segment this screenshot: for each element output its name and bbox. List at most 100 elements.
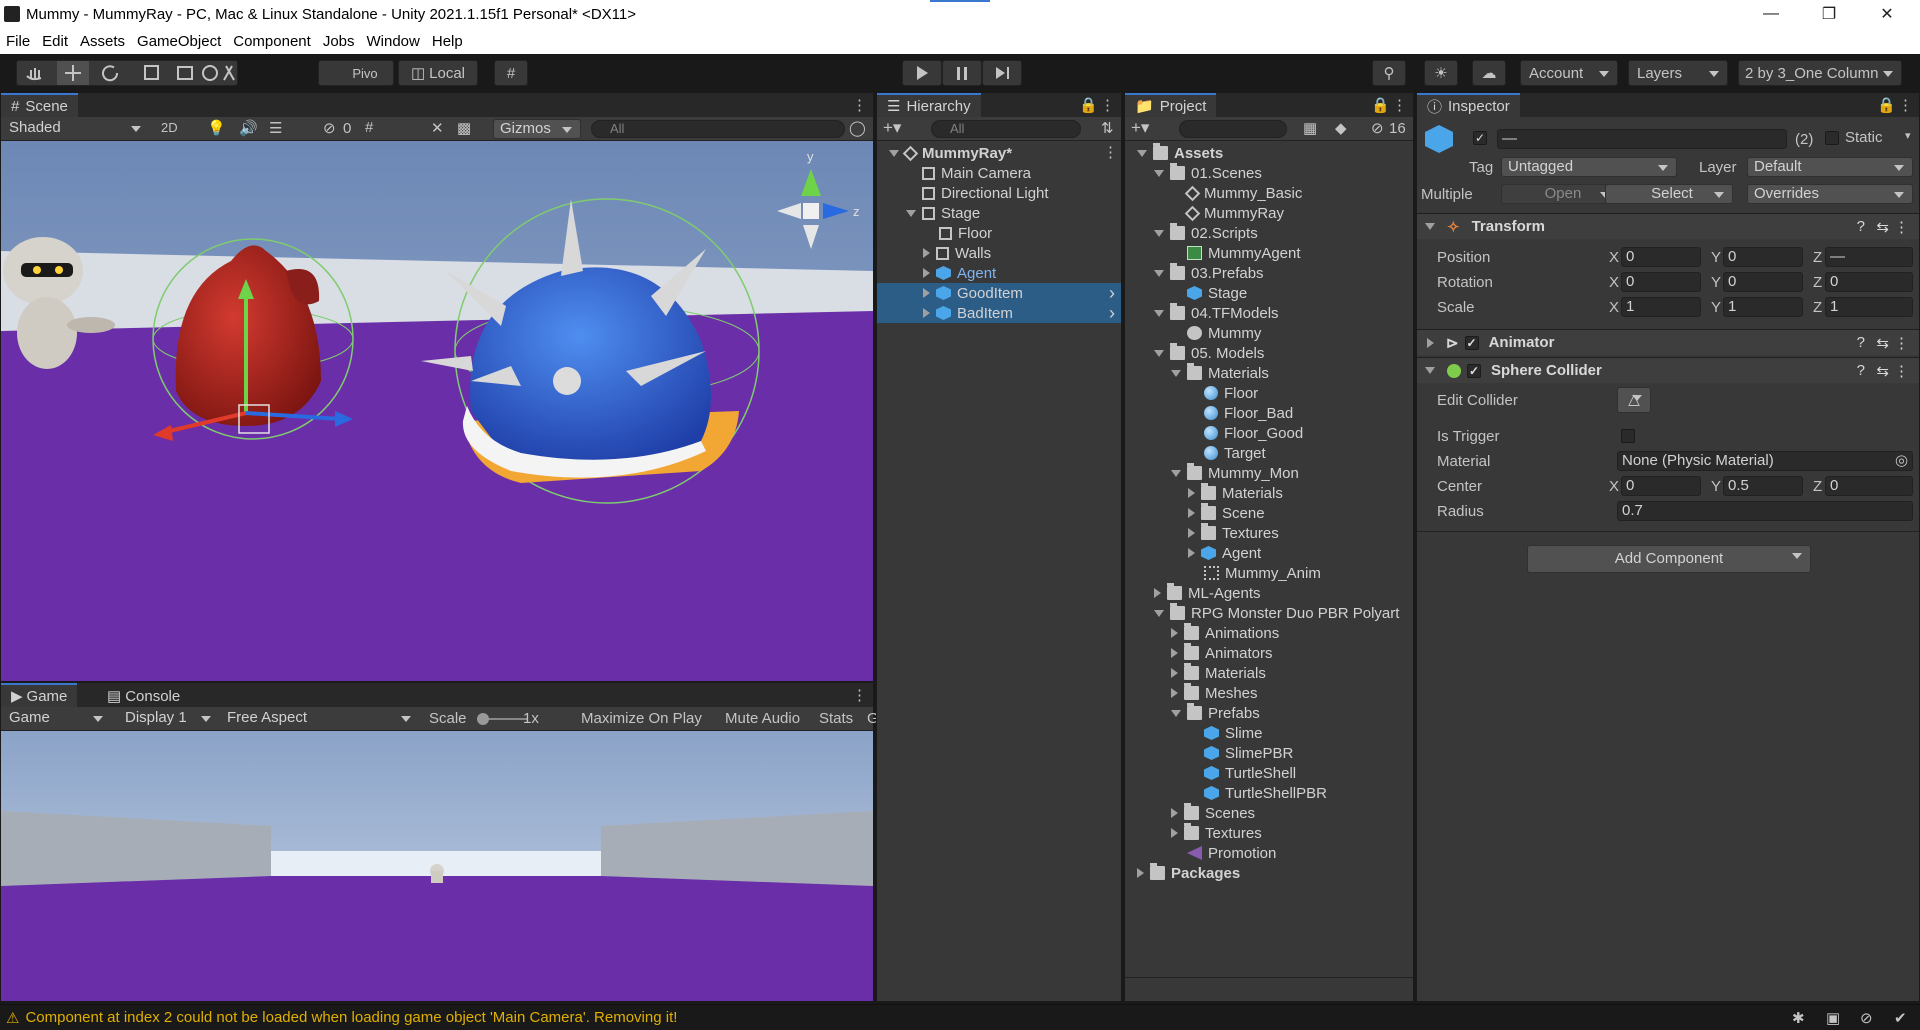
hierarchy-item[interactable]: BadItem ›: [877, 303, 1121, 323]
is-trigger-checkbox[interactable]: [1621, 429, 1635, 443]
project-item[interactable]: Materials: [1125, 663, 1413, 683]
project-item[interactable]: Textures: [1125, 823, 1413, 843]
scale-y-field[interactable]: 1: [1723, 297, 1803, 317]
object-name-field[interactable]: —: [1497, 129, 1787, 149]
maximize-button[interactable]: ❐: [1800, 0, 1858, 28]
transform-header[interactable]: ✧ Transform ? ⇆ ⋮: [1417, 213, 1919, 239]
scene-viewport[interactable]: y z: [1, 141, 873, 681]
overrides-dropdown[interactable]: Overrides: [1747, 184, 1913, 204]
project-item[interactable]: Mummy_Mon: [1125, 463, 1413, 483]
menu-jobs[interactable]: Jobs: [323, 33, 355, 50]
tab-game[interactable]: ▶ Game: [1, 683, 78, 707]
gizmos-dropdown[interactable]: Gizmos: [493, 119, 581, 139]
pos-y-label[interactable]: Y: [1711, 249, 1721, 266]
scene-row-menu-icon[interactable]: ⋮: [1103, 143, 1118, 161]
project-item[interactable]: TurtleShell: [1125, 763, 1413, 783]
menu-gameobject[interactable]: GameObject: [137, 33, 221, 50]
tab-project[interactable]: 📁 Project: [1125, 93, 1217, 117]
collab-button[interactable]: ☀: [1424, 60, 1458, 86]
center-z-label[interactable]: Z: [1813, 478, 1822, 495]
tag-dropdown[interactable]: Untagged: [1501, 157, 1677, 177]
project-item[interactable]: MummyRay: [1125, 203, 1413, 223]
collapsed-arrow-icon[interactable]: [1171, 648, 1178, 658]
play-button[interactable]: [902, 60, 942, 86]
scene-search-options-icon[interactable]: ◯: [849, 119, 866, 137]
layers-dropdown[interactable]: Layers: [1628, 60, 1728, 86]
active-checkbox[interactable]: ✓: [1473, 131, 1487, 145]
maximize-on-play-toggle[interactable]: Maximize On Play: [581, 710, 702, 727]
expanded-arrow-icon[interactable]: [1154, 229, 1164, 237]
collider-help-icon[interactable]: ?: [1857, 362, 1865, 379]
static-checkbox[interactable]: [1825, 131, 1839, 145]
project-item[interactable]: 05. Models: [1125, 343, 1413, 363]
position-y-field[interactable]: 0: [1723, 247, 1803, 267]
add-component-button[interactable]: Add Component: [1527, 545, 1811, 573]
hierarchy-item[interactable]: GoodItem ›: [877, 283, 1121, 303]
project-item[interactable]: Stage: [1125, 283, 1413, 303]
inspector-lock-icon[interactable]: 🔒: [1877, 96, 1896, 114]
position-x-field[interactable]: 0: [1621, 247, 1701, 267]
animator-header[interactable]: ⊳ ✓ Animator ? ⇆ ⋮: [1417, 329, 1919, 355]
pos-x-label[interactable]: X: [1609, 249, 1619, 266]
project-item[interactable]: 01.Scenes: [1125, 163, 1413, 183]
pause-button[interactable]: [942, 60, 982, 86]
hierarchy-item[interactable]: Floor: [877, 223, 1121, 243]
expanded-arrow-icon[interactable]: [1154, 269, 1164, 277]
hierarchy-item[interactable]: Directional Light: [877, 183, 1121, 203]
step-button[interactable]: [982, 60, 1022, 86]
collapsed-arrow-icon[interactable]: [923, 288, 930, 298]
project-item[interactable]: ML-Agents: [1125, 583, 1413, 603]
audio-icon[interactable]: 🔊: [239, 119, 258, 137]
tab-scene[interactable]: # Scene: [1, 93, 78, 117]
help-icon[interactable]: ?: [1857, 218, 1865, 235]
layout-dropdown[interactable]: 2 by 3_One Column: [1738, 60, 1902, 86]
project-menu-icon[interactable]: ⋮: [1392, 96, 1407, 114]
expanded-arrow-icon[interactable]: [1154, 609, 1164, 617]
project-item[interactable]: Floor_Good: [1125, 423, 1413, 443]
transform-menu-icon[interactable]: ⋮: [1894, 218, 1909, 236]
expanded-arrow-icon[interactable]: [1154, 309, 1164, 317]
progress-ok-icon[interactable]: ✔: [1894, 1009, 1907, 1027]
collider-preset-icon[interactable]: ⇆: [1876, 362, 1889, 380]
project-item[interactable]: Animators: [1125, 643, 1413, 663]
search-button[interactable]: ⚲: [1372, 60, 1406, 86]
game-menu-icon[interactable]: ⋮: [852, 686, 867, 704]
project-item[interactable]: Mummy_Anim: [1125, 563, 1413, 583]
collapsed-arrow-icon[interactable]: [1188, 508, 1195, 518]
rot-z-label[interactable]: Z: [1813, 274, 1822, 291]
project-create-button[interactable]: +▾: [1131, 118, 1149, 138]
expanded-arrow-icon[interactable]: [1171, 469, 1181, 477]
animator-preset-icon[interactable]: ⇆: [1876, 334, 1889, 352]
status-message[interactable]: Component at index 2 could not be loaded…: [25, 1009, 677, 1026]
project-item[interactable]: Materials: [1125, 483, 1413, 503]
collapsed-arrow-icon[interactable]: [1188, 548, 1195, 558]
collapsed-arrow-icon[interactable]: [1137, 868, 1144, 878]
animator-foldout-icon[interactable]: [1427, 337, 1434, 348]
rotation-y-field[interactable]: 0: [1723, 272, 1803, 292]
local-toggle[interactable]: ◫ Local: [398, 60, 478, 86]
menu-edit[interactable]: Edit: [42, 33, 68, 50]
collapsed-arrow-icon[interactable]: [1171, 628, 1178, 638]
project-item[interactable]: 02.Scripts: [1125, 223, 1413, 243]
project-item[interactable]: SlimePBR: [1125, 743, 1413, 763]
menu-assets[interactable]: Assets: [80, 33, 125, 50]
shading-dropdown[interactable]: Shaded: [3, 119, 149, 139]
preset-icon[interactable]: ⇆: [1876, 218, 1889, 236]
hierarchy-item[interactable]: MummyRay*: [877, 143, 1121, 163]
tab-hierarchy[interactable]: ☰ Hierarchy: [877, 93, 981, 117]
project-item[interactable]: RPG Monster Duo PBR Polyart: [1125, 603, 1413, 623]
close-button[interactable]: ✕: [1858, 0, 1916, 28]
collider-foldout-icon[interactable]: [1425, 367, 1435, 374]
chevron-right-icon[interactable]: ›: [1109, 303, 1115, 324]
cache-icon[interactable]: ▣: [1826, 1009, 1840, 1027]
collapsed-arrow-icon[interactable]: [1171, 828, 1178, 838]
hidden-objects-icon[interactable]: ⊘: [323, 119, 336, 137]
menu-help[interactable]: Help: [432, 33, 463, 50]
expanded-arrow-icon[interactable]: [1137, 149, 1147, 157]
object-picker-icon[interactable]: ◎: [1895, 451, 1908, 469]
scene-menu-icon[interactable]: ⋮: [852, 96, 867, 114]
layer-dropdown[interactable]: Default: [1747, 157, 1913, 177]
project-item[interactable]: Target: [1125, 443, 1413, 463]
radius-field[interactable]: 0.7: [1617, 501, 1913, 521]
scale-z-label[interactable]: Z: [1813, 299, 1822, 316]
